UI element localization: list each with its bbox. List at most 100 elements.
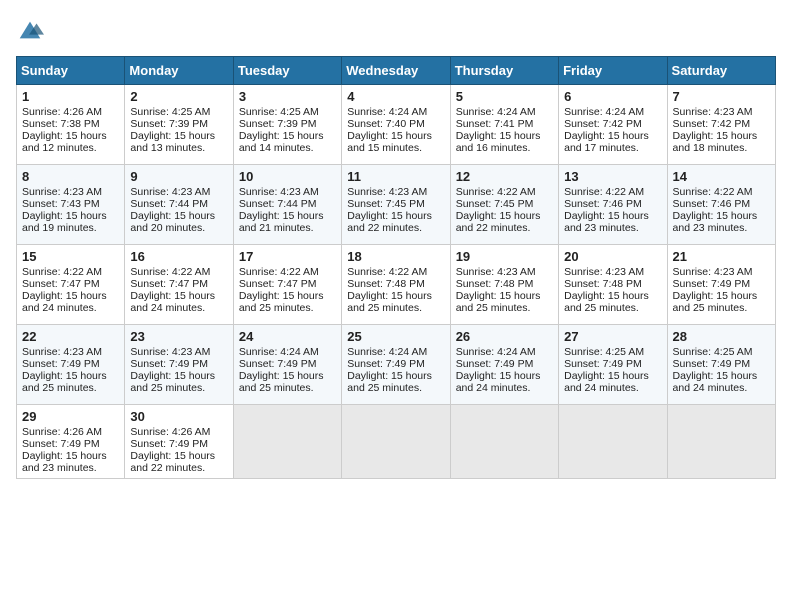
- calendar-cell: 18 Sunrise: 4:22 AM Sunset: 7:48 PM Dayl…: [342, 245, 450, 325]
- sunset-label: Sunset: 7:47 PM: [130, 278, 208, 290]
- daylight-label: Daylight: 15 hours and 25 minutes.: [347, 290, 432, 314]
- calendar-cell: 1 Sunrise: 4:26 AM Sunset: 7:38 PM Dayli…: [17, 85, 125, 165]
- sunrise-label: Sunrise: 4:24 AM: [456, 346, 536, 358]
- calendar-cell: 5 Sunrise: 4:24 AM Sunset: 7:41 PM Dayli…: [450, 85, 558, 165]
- daylight-label: Daylight: 15 hours and 24 minutes.: [456, 370, 541, 394]
- day-number: 3: [239, 89, 336, 104]
- sunset-label: Sunset: 7:46 PM: [673, 198, 751, 210]
- sunrise-label: Sunrise: 4:22 AM: [456, 186, 536, 198]
- daylight-label: Daylight: 15 hours and 14 minutes.: [239, 130, 324, 154]
- sunrise-label: Sunrise: 4:23 AM: [22, 186, 102, 198]
- day-number: 5: [456, 89, 553, 104]
- calendar-cell: 17 Sunrise: 4:22 AM Sunset: 7:47 PM Dayl…: [233, 245, 341, 325]
- daylight-label: Daylight: 15 hours and 15 minutes.: [347, 130, 432, 154]
- daylight-label: Daylight: 15 hours and 25 minutes.: [456, 290, 541, 314]
- sunset-label: Sunset: 7:45 PM: [347, 198, 425, 210]
- sunset-label: Sunset: 7:47 PM: [239, 278, 317, 290]
- calendar-cell: 13 Sunrise: 4:22 AM Sunset: 7:46 PM Dayl…: [559, 165, 667, 245]
- daylight-label: Daylight: 15 hours and 25 minutes.: [347, 370, 432, 394]
- sunset-label: Sunset: 7:49 PM: [456, 358, 534, 370]
- sunrise-label: Sunrise: 4:23 AM: [239, 186, 319, 198]
- calendar-cell: 24 Sunrise: 4:24 AM Sunset: 7:49 PM Dayl…: [233, 325, 341, 405]
- sunrise-label: Sunrise: 4:26 AM: [130, 426, 210, 438]
- day-number: 15: [22, 249, 119, 264]
- day-number: 19: [456, 249, 553, 264]
- sunset-label: Sunset: 7:49 PM: [673, 278, 751, 290]
- calendar-cell: 8 Sunrise: 4:23 AM Sunset: 7:43 PM Dayli…: [17, 165, 125, 245]
- daylight-label: Daylight: 15 hours and 25 minutes.: [22, 370, 107, 394]
- day-number: 14: [673, 169, 770, 184]
- day-number: 29: [22, 409, 119, 424]
- day-number: 6: [564, 89, 661, 104]
- calendar-cell: [667, 405, 775, 479]
- calendar-cell: 28 Sunrise: 4:25 AM Sunset: 7:49 PM Dayl…: [667, 325, 775, 405]
- calendar-cell: 4 Sunrise: 4:24 AM Sunset: 7:40 PM Dayli…: [342, 85, 450, 165]
- sunrise-label: Sunrise: 4:23 AM: [673, 106, 753, 118]
- daylight-label: Daylight: 15 hours and 25 minutes.: [239, 290, 324, 314]
- sunrise-label: Sunrise: 4:22 AM: [564, 186, 644, 198]
- day-number: 2: [130, 89, 227, 104]
- calendar-cell: 26 Sunrise: 4:24 AM Sunset: 7:49 PM Dayl…: [450, 325, 558, 405]
- sunset-label: Sunset: 7:44 PM: [239, 198, 317, 210]
- sunset-label: Sunset: 7:43 PM: [22, 198, 100, 210]
- daylight-label: Daylight: 15 hours and 24 minutes.: [130, 290, 215, 314]
- daylight-label: Daylight: 15 hours and 13 minutes.: [130, 130, 215, 154]
- daylight-label: Daylight: 15 hours and 22 minutes.: [347, 210, 432, 234]
- calendar-cell: [450, 405, 558, 479]
- sunset-label: Sunset: 7:49 PM: [130, 358, 208, 370]
- calendar-cell: [559, 405, 667, 479]
- sunset-label: Sunset: 7:49 PM: [239, 358, 317, 370]
- sunset-label: Sunset: 7:39 PM: [239, 118, 317, 130]
- header-wednesday: Wednesday: [342, 57, 450, 85]
- sunset-label: Sunset: 7:41 PM: [456, 118, 534, 130]
- header-friday: Friday: [559, 57, 667, 85]
- day-number: 4: [347, 89, 444, 104]
- daylight-label: Daylight: 15 hours and 18 minutes.: [673, 130, 758, 154]
- day-number: 24: [239, 329, 336, 344]
- daylight-label: Daylight: 15 hours and 23 minutes.: [22, 450, 107, 474]
- sunset-label: Sunset: 7:46 PM: [564, 198, 642, 210]
- header-saturday: Saturday: [667, 57, 775, 85]
- sunrise-label: Sunrise: 4:23 AM: [130, 186, 210, 198]
- calendar-cell: [233, 405, 341, 479]
- sunrise-label: Sunrise: 4:24 AM: [239, 346, 319, 358]
- sunset-label: Sunset: 7:49 PM: [22, 438, 100, 450]
- daylight-label: Daylight: 15 hours and 12 minutes.: [22, 130, 107, 154]
- day-number: 13: [564, 169, 661, 184]
- calendar-cell: 9 Sunrise: 4:23 AM Sunset: 7:44 PM Dayli…: [125, 165, 233, 245]
- daylight-label: Daylight: 15 hours and 24 minutes.: [22, 290, 107, 314]
- calendar-cell: 29 Sunrise: 4:26 AM Sunset: 7:49 PM Dayl…: [17, 405, 125, 479]
- header-monday: Monday: [125, 57, 233, 85]
- calendar-cell: [342, 405, 450, 479]
- sunset-label: Sunset: 7:49 PM: [673, 358, 751, 370]
- sunset-label: Sunset: 7:48 PM: [564, 278, 642, 290]
- sunrise-label: Sunrise: 4:23 AM: [130, 346, 210, 358]
- calendar-cell: 16 Sunrise: 4:22 AM Sunset: 7:47 PM Dayl…: [125, 245, 233, 325]
- sunset-label: Sunset: 7:39 PM: [130, 118, 208, 130]
- day-number: 12: [456, 169, 553, 184]
- daylight-label: Daylight: 15 hours and 22 minutes.: [130, 450, 215, 474]
- sunset-label: Sunset: 7:38 PM: [22, 118, 100, 130]
- day-number: 10: [239, 169, 336, 184]
- page-header: [16, 16, 776, 44]
- day-number: 25: [347, 329, 444, 344]
- calendar-cell: 6 Sunrise: 4:24 AM Sunset: 7:42 PM Dayli…: [559, 85, 667, 165]
- sunrise-label: Sunrise: 4:26 AM: [22, 106, 102, 118]
- calendar-cell: 27 Sunrise: 4:25 AM Sunset: 7:49 PM Dayl…: [559, 325, 667, 405]
- logo: [16, 16, 48, 44]
- sunrise-label: Sunrise: 4:22 AM: [347, 266, 427, 278]
- calendar-cell: 12 Sunrise: 4:22 AM Sunset: 7:45 PM Dayl…: [450, 165, 558, 245]
- day-number: 23: [130, 329, 227, 344]
- calendar-cell: 23 Sunrise: 4:23 AM Sunset: 7:49 PM Dayl…: [125, 325, 233, 405]
- daylight-label: Daylight: 15 hours and 20 minutes.: [130, 210, 215, 234]
- day-number: 18: [347, 249, 444, 264]
- sunrise-label: Sunrise: 4:25 AM: [673, 346, 753, 358]
- day-number: 22: [22, 329, 119, 344]
- sunset-label: Sunset: 7:49 PM: [564, 358, 642, 370]
- calendar-cell: 10 Sunrise: 4:23 AM Sunset: 7:44 PM Dayl…: [233, 165, 341, 245]
- sunrise-label: Sunrise: 4:24 AM: [564, 106, 644, 118]
- calendar-cell: 15 Sunrise: 4:22 AM Sunset: 7:47 PM Dayl…: [17, 245, 125, 325]
- sunrise-label: Sunrise: 4:25 AM: [564, 346, 644, 358]
- calendar-cell: 2 Sunrise: 4:25 AM Sunset: 7:39 PM Dayli…: [125, 85, 233, 165]
- sunrise-label: Sunrise: 4:23 AM: [22, 346, 102, 358]
